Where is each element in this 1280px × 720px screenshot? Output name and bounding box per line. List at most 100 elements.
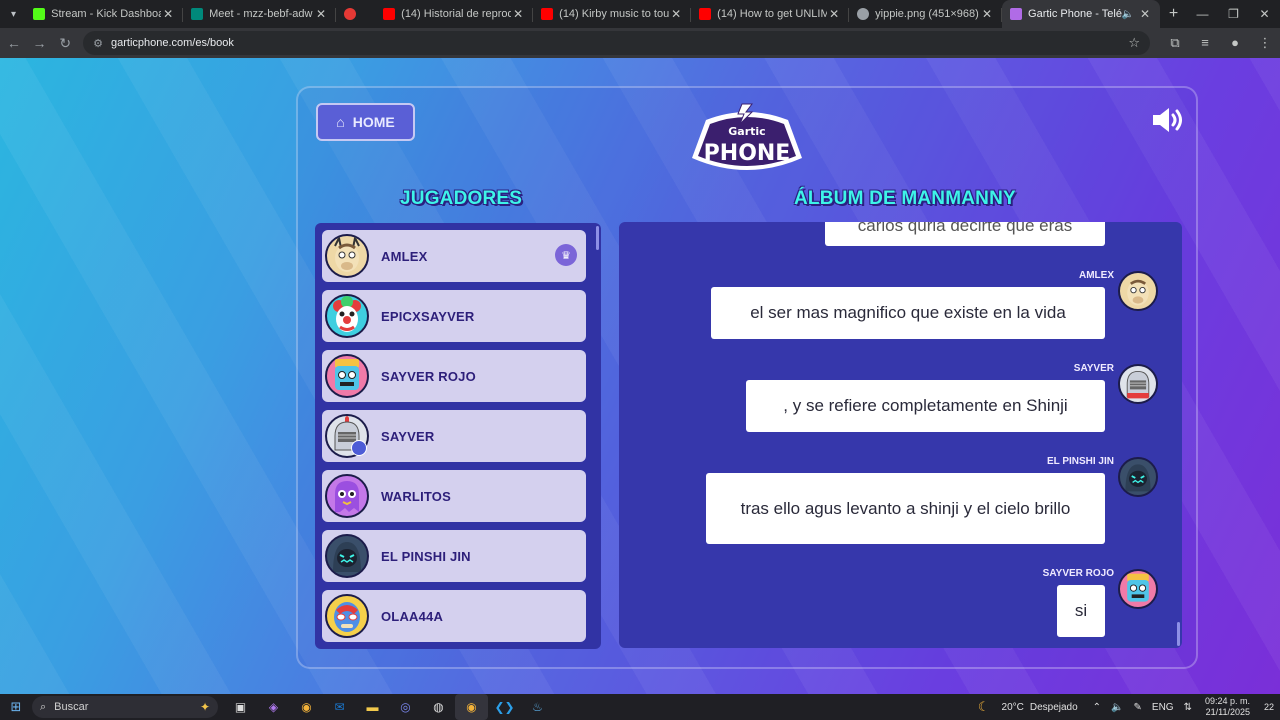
windows-start-icon[interactable]: ⊞: [0, 699, 32, 715]
language-indicator[interactable]: ENG: [1152, 702, 1174, 713]
hooded-monster-avatar-icon: [1118, 457, 1158, 497]
search-icon: ⌕: [40, 700, 47, 713]
player-row-olaa44a[interactable]: OLAA44A: [322, 590, 586, 642]
player-name: EPICXSAYVER: [381, 308, 475, 324]
tab-title: (14) How to get UNLIMITED pl: [717, 8, 828, 20]
new-tab-button[interactable]: +: [1160, 5, 1187, 23]
message-bubble: si: [1057, 585, 1105, 637]
tab-meet[interactable]: Meet - mzz-bebf-adw ✕: [183, 0, 337, 28]
profile-avatar-icon[interactable]: ●: [1220, 35, 1250, 51]
vscode-icon[interactable]: ❮❯: [488, 694, 521, 720]
close-window-icon[interactable]: ✕: [1249, 0, 1280, 28]
tab-strip: ▾ Stream - Kick Dashboard ✕ Meet - mzz-b…: [0, 0, 1280, 28]
windows-taskbar: ⊞ ⌕ Buscar ✦ ▣ ◈ ◉ ✉ ▬ ◎ ◍ ◉ ❮❯ ♨ ☾ 20°C…: [0, 694, 1280, 720]
crown-icon: ♛: [555, 244, 577, 266]
menu-icon[interactable]: ⋮: [1250, 35, 1280, 51]
home-icon: ⌂: [336, 114, 345, 130]
back-icon[interactable]: ←: [2, 31, 26, 55]
extensions-icon[interactable]: ⧉: [1160, 35, 1190, 51]
player-name: OLAA44A: [381, 608, 444, 624]
tab-title: Meet - mzz-bebf-adw: [209, 8, 313, 20]
close-icon[interactable]: ✕: [161, 7, 175, 21]
address-bar[interactable]: ⚙ garticphone.com/es/book ☆: [83, 31, 1150, 55]
player-name: EL PINSHI JIN: [381, 548, 471, 564]
player-row-sayver[interactable]: SAYVER: [322, 410, 586, 462]
player-row-el-pinshi-jin[interactable]: EL PINSHI JIN: [322, 530, 586, 582]
tab-gartic-phone[interactable]: Gartic Phone - Teléfono De 🔈 ✕: [1002, 0, 1161, 28]
llama-avatar-icon: [325, 234, 369, 278]
volume-icon[interactable]: 🔈: [1111, 702, 1123, 713]
reload-icon[interactable]: ↻: [53, 31, 77, 55]
globe-favicon-icon: [857, 8, 870, 20]
partial-message-bubble: carlos quria decirte que eras: [825, 222, 1105, 246]
tab-yippie-image[interactable]: yippie.png (451×968) ✕: [849, 0, 1003, 28]
close-icon[interactable]: ✕: [980, 7, 994, 21]
gartic-favicon-icon: [1010, 8, 1023, 20]
window-controls: — ❐ ✕: [1187, 0, 1280, 28]
close-icon[interactable]: ✕: [1138, 7, 1152, 21]
tab-kick-dashboard[interactable]: Stream - Kick Dashboard ✕: [25, 0, 184, 28]
tab-pinned-record[interactable]: [336, 0, 375, 28]
network-icon[interactable]: ⇅: [1184, 702, 1192, 713]
player-row-epicxsayver[interactable]: EPICXSAYVER: [322, 290, 586, 342]
minimize-icon[interactable]: —: [1187, 0, 1218, 28]
logo-gartic-text: Gartic: [728, 125, 765, 138]
pen-icon[interactable]: ✎: [1134, 702, 1142, 713]
cyan-robot-avatar-icon: [325, 354, 369, 398]
gartic-phone-logo: Gartic PHONE: [692, 103, 802, 170]
tab-search-button[interactable]: ▾: [2, 3, 25, 25]
player-row-warlitos[interactable]: WARLITOS: [322, 470, 586, 522]
current-user-badge-icon: [351, 440, 367, 456]
player-row-sayver-rojo[interactable]: SAYVER ROJO: [322, 350, 586, 402]
taskbar-search[interactable]: ⌕ Buscar ✦: [32, 696, 218, 718]
address-toolbar: ← → ↻ ⚙ garticphone.com/es/book ☆ ⧉ ≡ ● …: [0, 28, 1280, 58]
close-icon[interactable]: ✕: [827, 7, 841, 21]
restore-icon[interactable]: ❐: [1218, 0, 1249, 28]
sound-toggle-icon[interactable]: [1150, 106, 1186, 134]
player-name: WARLITOS: [381, 488, 451, 504]
copilot-icon[interactable]: ◈: [257, 694, 290, 720]
album-scrollbar[interactable]: [1177, 622, 1180, 646]
steam-icon[interactable]: ♨: [521, 694, 554, 720]
obs-icon[interactable]: ◍: [422, 694, 455, 720]
file-explorer-icon[interactable]: ▬: [356, 694, 389, 720]
weather-widget[interactable]: ☾ 20°C Despejado: [978, 699, 1078, 715]
player-row-amlex[interactable]: AMLEX ♛: [322, 230, 586, 282]
discord-icon[interactable]: ◎: [389, 694, 422, 720]
close-icon[interactable]: ✕: [511, 7, 525, 21]
message-author: EL PINSHI JIN: [1046, 456, 1114, 467]
media-controls-icon[interactable]: ≡: [1190, 35, 1220, 51]
tab-youtube-kirby[interactable]: (14) Kirby music to touch grass ✕: [533, 0, 692, 28]
players-scrollbar[interactable]: [596, 226, 599, 250]
tab-youtube-unlimited[interactable]: (14) How to get UNLIMITED pl ✕: [691, 0, 850, 28]
url-text: garticphone.com/es/book: [110, 37, 234, 49]
copilot-sparkle-icon: ✦: [199, 700, 210, 714]
forward-icon[interactable]: →: [28, 31, 52, 55]
bookmark-star-icon[interactable]: ☆: [1128, 35, 1140, 51]
player-name: AMLEX: [381, 248, 428, 264]
tab-youtube-history[interactable]: (14) Historial de reproducciones ✕: [375, 0, 534, 28]
clock[interactable]: 09:24 p. m. 21/11/2025: [1205, 696, 1250, 718]
cyan-robot-avatar-icon: [1118, 569, 1158, 609]
home-button[interactable]: ⌂ HOME: [316, 103, 415, 141]
clown-avatar-icon: [325, 294, 369, 338]
tab-title: yippie.png (451×968): [875, 8, 979, 20]
clock-date: 21/11/2025: [1205, 707, 1250, 717]
tab-title: Gartic Phone - Teléfono De: [1028, 8, 1122, 20]
notifications-badge[interactable]: 22: [1258, 702, 1280, 712]
close-icon[interactable]: ✕: [669, 7, 683, 21]
luchador-avatar-icon: [325, 594, 369, 638]
message-author: SAYVER ROJO: [1042, 568, 1114, 579]
site-info-icon[interactable]: ⚙: [93, 37, 103, 50]
tab-audio-icon[interactable]: 🔈: [1122, 9, 1134, 20]
youtube-favicon-icon: [699, 8, 712, 20]
outlook-icon[interactable]: ✉: [323, 694, 356, 720]
chevron-up-icon[interactable]: ⌃: [1093, 702, 1101, 713]
knight-avatar-icon: [1118, 364, 1158, 404]
logo-phone-text: PHONE: [704, 141, 791, 166]
chrome-icon[interactable]: ◉: [290, 694, 323, 720]
task-view-icon[interactable]: ▣: [224, 694, 257, 720]
close-icon[interactable]: ✕: [314, 7, 328, 21]
chrome-active-icon[interactable]: ◉: [455, 694, 488, 720]
youtube-favicon-icon: [383, 8, 396, 20]
